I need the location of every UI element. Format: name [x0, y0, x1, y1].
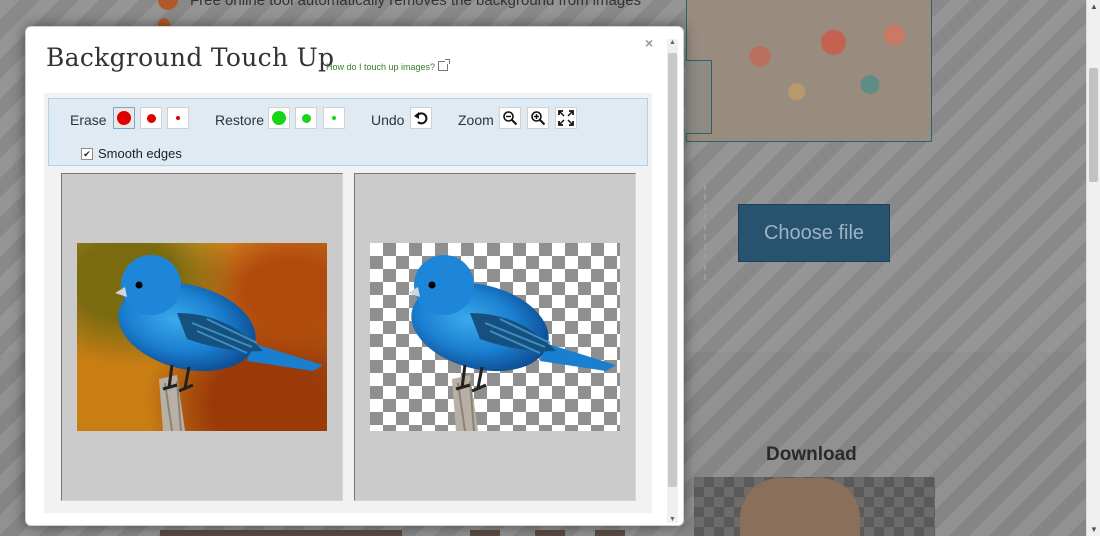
dialog-scrollbar[interactable]: ▲ ▼: [667, 39, 678, 523]
dialog-body: Erase Restore Undo Zoom ✔ Smooth edges: [44, 93, 652, 513]
thumbnail-strip: [160, 530, 402, 536]
dialog-title: Background Touch Up: [46, 43, 335, 72]
help-link[interactable]: How do I touch up images?: [326, 59, 451, 72]
zoom-out-icon: [503, 111, 518, 126]
scroll-up-icon[interactable]: ▲: [1087, 2, 1100, 11]
page-scrollbar[interactable]: ▲ ▼: [1086, 0, 1100, 536]
smooth-edges-checkbox[interactable]: ✔: [81, 147, 93, 160]
touch-up-dialog: Background Touch Up How do I touch up im…: [25, 26, 684, 526]
erase-medium-button[interactable]: [140, 107, 162, 129]
thumbnail-strip: [535, 530, 565, 536]
original-image[interactable]: [77, 243, 327, 431]
thumbnail-strip: [595, 530, 625, 536]
example-image-frame: [686, 60, 712, 134]
restore-small-button[interactable]: [323, 107, 345, 129]
large-brush-icon: [272, 111, 286, 125]
small-brush-icon: [332, 116, 336, 120]
restore-label: Restore: [215, 112, 265, 128]
thumbnail-strip: [470, 530, 500, 536]
undo-label: Undo: [371, 112, 405, 128]
zoom-in-button[interactable]: [527, 107, 549, 129]
download-heading: Download: [766, 444, 857, 465]
touch-up-toolbar: Erase Restore Undo Zoom ✔ Smooth edges: [48, 98, 648, 166]
erase-small-button[interactable]: [167, 107, 189, 129]
zoom-label: Zoom: [458, 112, 494, 128]
help-link-text[interactable]: How do I touch up images?: [326, 62, 435, 72]
small-brush-icon: [176, 116, 180, 120]
example-image: [686, 0, 932, 142]
external-link-icon: [438, 59, 451, 71]
result-image-panel: [354, 173, 636, 501]
restore-large-button[interactable]: [268, 107, 290, 129]
fit-to-screen-button[interactable]: [555, 107, 577, 129]
original-image-panel: [61, 173, 343, 501]
tagline: Free online tool automatically removes t…: [190, 0, 642, 9]
zoom-out-button[interactable]: [499, 107, 521, 129]
dialog-scrollbar-thumb[interactable]: [668, 53, 677, 487]
close-button[interactable]: ×: [645, 35, 653, 51]
page-scrollbar-thumb[interactable]: [1089, 68, 1098, 182]
smooth-edges-option[interactable]: ✔ Smooth edges: [81, 146, 182, 161]
result-image[interactable]: [370, 243, 620, 431]
drop-zone-border: [690, 184, 706, 280]
scroll-down-icon[interactable]: ▼: [667, 516, 678, 523]
undo-button[interactable]: [410, 107, 432, 129]
large-brush-icon: [117, 111, 131, 125]
download-preview-subject: [740, 478, 860, 536]
erase-label: Erase: [70, 112, 107, 128]
erase-large-button[interactable]: [113, 107, 135, 129]
scroll-up-icon[interactable]: ▲: [667, 39, 678, 46]
choose-file-button[interactable]: Choose file: [738, 204, 890, 262]
zoom-in-icon: [531, 111, 546, 126]
medium-brush-icon: [146, 113, 156, 123]
medium-brush-icon: [301, 113, 311, 123]
smooth-edges-label: Smooth edges: [98, 146, 182, 161]
undo-arrow-icon: [414, 112, 428, 125]
fit-to-screen-icon: [558, 110, 574, 126]
restore-medium-button[interactable]: [295, 107, 317, 129]
scroll-down-icon[interactable]: ▼: [1087, 525, 1100, 534]
